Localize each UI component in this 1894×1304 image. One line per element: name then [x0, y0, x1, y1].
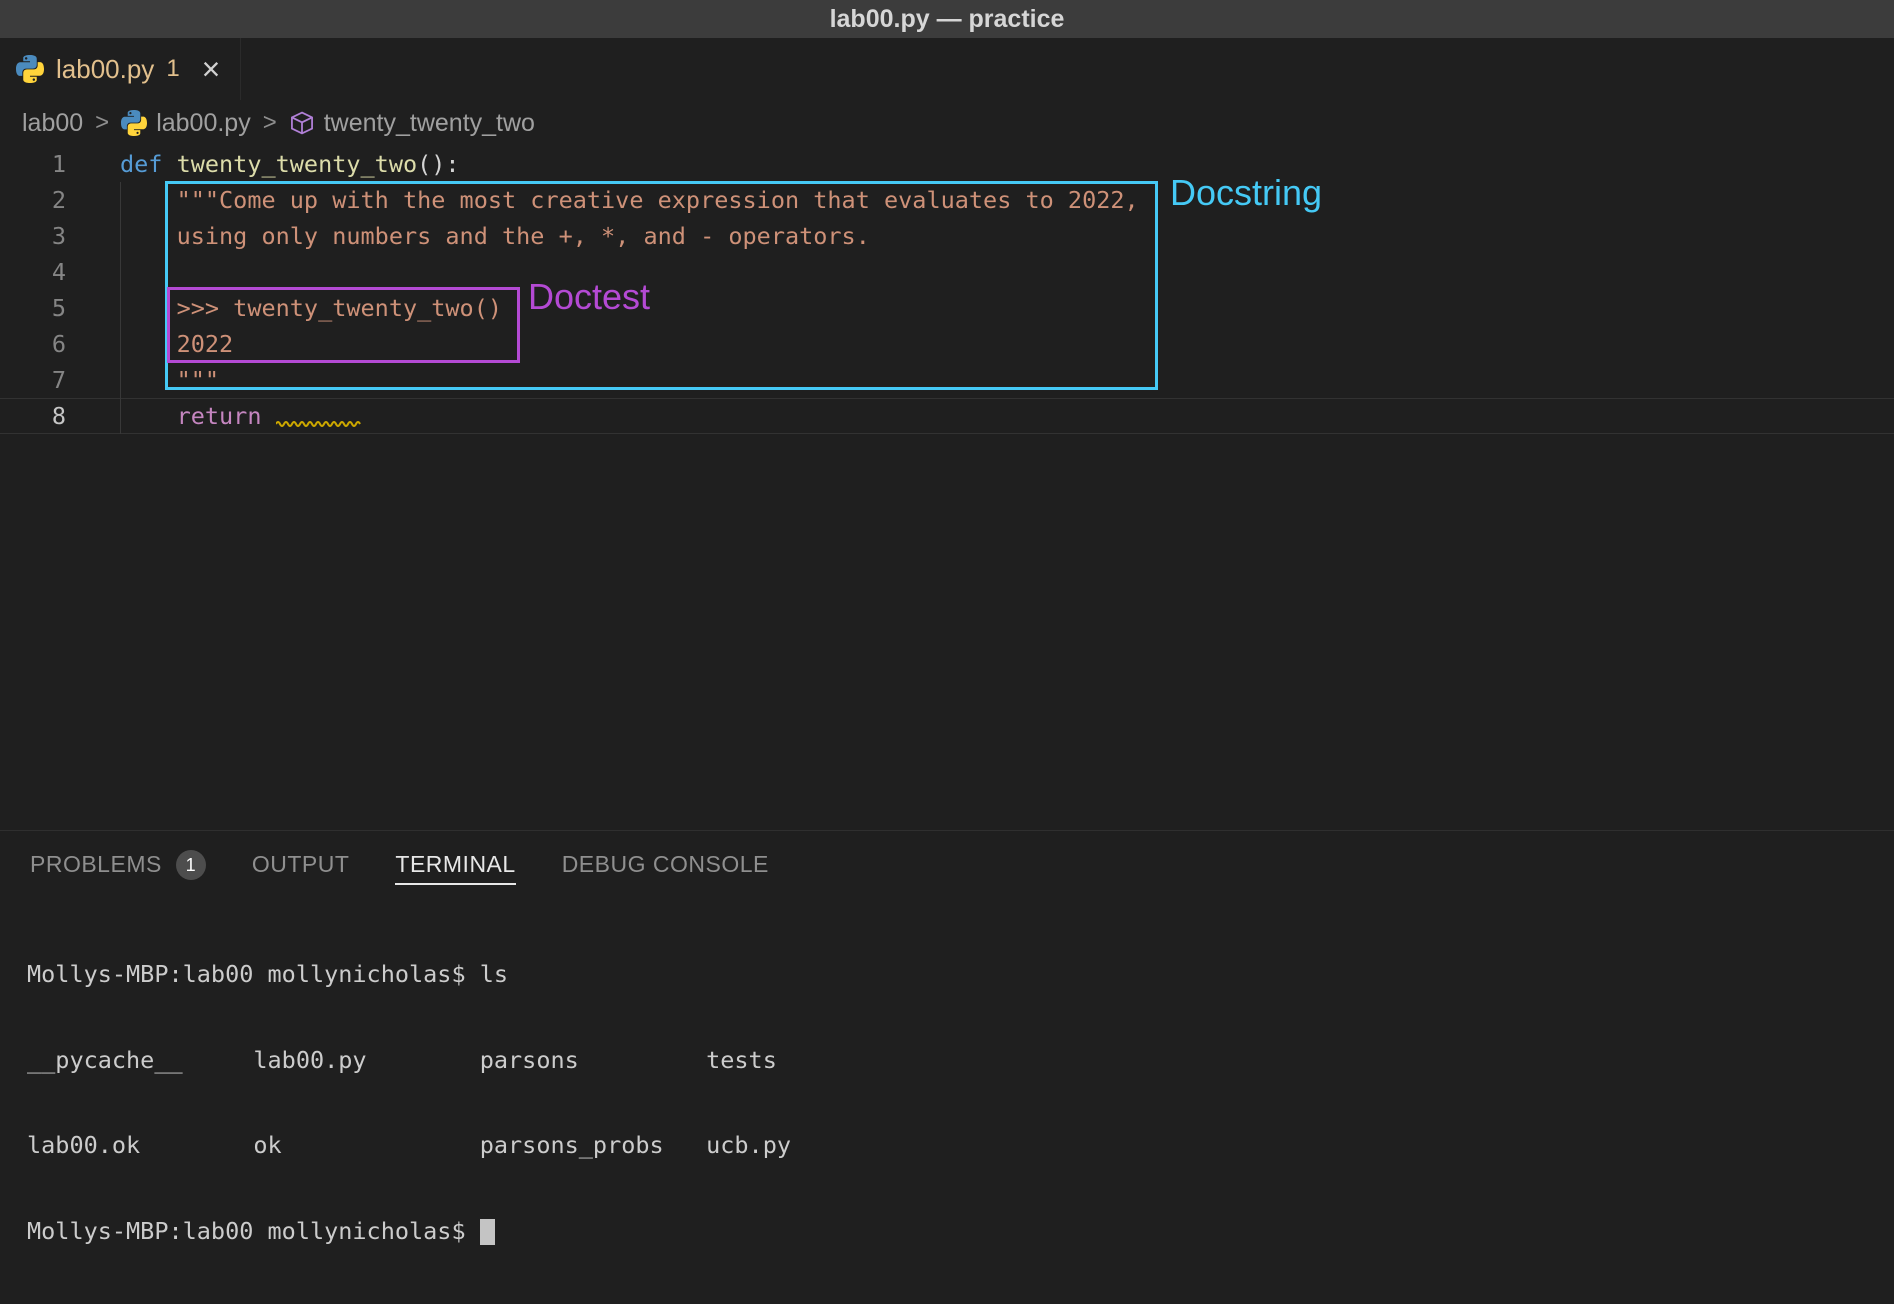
code-line: 7 """ [0, 362, 1894, 398]
terminal[interactable]: Mollys-MBP:lab00 mollynicholas$ ls __pyc… [27, 903, 1874, 1302]
panel-tab-problems[interactable]: PROBLEMS 1 [30, 845, 206, 885]
warning-squiggle-icon [276, 419, 361, 427]
chevron-right-icon: > [263, 109, 277, 137]
panel-tab-label: DEBUG CONSOLE [562, 845, 769, 885]
panel-tab-label: TERMINAL [395, 845, 515, 885]
code-text: """Come up with the most creative expres… [66, 182, 1139, 218]
tab-label: lab00.py [56, 54, 154, 85]
python-icon [16, 55, 44, 83]
code-token-string: """ [120, 366, 219, 394]
code-token-string: >>> twenty_twenty_two() [120, 294, 502, 322]
breadcrumb-file[interactable]: lab00.py [121, 109, 251, 138]
code-token-keyword-return: return [120, 402, 276, 430]
breadcrumb-folder-label: lab00 [22, 109, 83, 138]
breadcrumb-file-label: lab00.py [156, 109, 251, 138]
line-number[interactable]: 7 [0, 362, 66, 398]
code-token-keyword: def [120, 150, 177, 178]
code-text [66, 254, 120, 290]
code-text: return [66, 399, 361, 433]
line-number[interactable]: 8 [0, 399, 66, 433]
code-text: 2022 [66, 326, 233, 362]
vscode-window: lab00.py — practice lab00.py 1 × lab00 > [0, 0, 1894, 1304]
close-icon[interactable]: × [202, 53, 221, 85]
code-token-punctuation: (): [417, 150, 459, 178]
symbol-method-icon [289, 110, 315, 136]
line-number[interactable]: 1 [0, 146, 66, 182]
code-line: 1 def twenty_twenty_two(): [0, 146, 1894, 182]
panel-tab-debug-console[interactable]: DEBUG CONSOLE [562, 845, 769, 885]
terminal-prompt-line: Mollys-MBP:lab00 mollynicholas$ [27, 1217, 1874, 1246]
code-text: """ [66, 362, 219, 398]
indent-guide [120, 182, 121, 434]
panel-tab-bar: PROBLEMS 1 OUTPUT TERMINAL DEBUG CONSOLE [0, 831, 1894, 899]
breadcrumb-symbol-label: twenty_twenty_two [324, 109, 535, 138]
breadcrumb: lab00 > lab00.py > twenty_twenty_two [0, 100, 1894, 146]
breadcrumb-symbol[interactable]: twenty_twenty_two [289, 109, 535, 138]
code-token-function: twenty_twenty_two [177, 150, 418, 178]
code-token-string: 2022 [120, 330, 233, 358]
terminal-cursor [480, 1219, 495, 1245]
code-line: 6 2022 [0, 326, 1894, 362]
code-line: 2 """Come up with the most creative expr… [0, 182, 1894, 218]
python-icon [121, 110, 147, 136]
line-number[interactable]: 5 [0, 290, 66, 326]
code-line: 3 using only numbers and the +, *, and -… [0, 218, 1894, 254]
line-number[interactable]: 3 [0, 218, 66, 254]
tab-problems-badge: 1 [166, 55, 179, 83]
panel-tab-label: OUTPUT [252, 845, 350, 885]
panel-tab-terminal[interactable]: TERMINAL [395, 845, 515, 885]
breadcrumb-folder[interactable]: lab00 [22, 109, 83, 138]
terminal-prompt: Mollys-MBP:lab00 mollynicholas$ [27, 1217, 480, 1245]
code-text: >>> twenty_twenty_two() [66, 290, 502, 326]
chevron-right-icon: > [95, 109, 109, 137]
code-line: 5 >>> twenty_twenty_two() [0, 290, 1894, 326]
titlebar: lab00.py — practice [0, 0, 1894, 38]
window-title: lab00.py — practice [830, 5, 1065, 34]
bottom-panel: PROBLEMS 1 OUTPUT TERMINAL DEBUG CONSOLE… [0, 830, 1894, 1304]
tab-lab00py[interactable]: lab00.py 1 × [0, 38, 241, 100]
problems-count-badge: 1 [176, 850, 206, 880]
terminal-line: __pycache__ lab00.py parsons tests [27, 1046, 1874, 1075]
terminal-line: lab00.ok ok parsons_probs ucb.py [27, 1131, 1874, 1160]
panel-tab-label: PROBLEMS [30, 845, 162, 885]
panel-tab-output[interactable]: OUTPUT [252, 845, 350, 885]
code-editor[interactable]: 1 def twenty_twenty_two(): 2 """Come up … [0, 146, 1894, 830]
code-text: def twenty_twenty_two(): [66, 146, 460, 182]
code-token-string: """Come up with the most creative expres… [120, 186, 1139, 214]
code-token-string: using only numbers and the +, *, and - o… [120, 222, 870, 250]
terminal-line: Mollys-MBP:lab00 mollynicholas$ ls [27, 960, 1874, 989]
code-line: 4 [0, 254, 1894, 290]
tab-bar: lab00.py 1 × [0, 38, 1894, 100]
line-number[interactable]: 2 [0, 182, 66, 218]
line-number[interactable]: 4 [0, 254, 66, 290]
line-number[interactable]: 6 [0, 326, 66, 362]
code-text: using only numbers and the +, *, and - o… [66, 218, 870, 254]
code-line-current: 8 return [0, 398, 1894, 434]
